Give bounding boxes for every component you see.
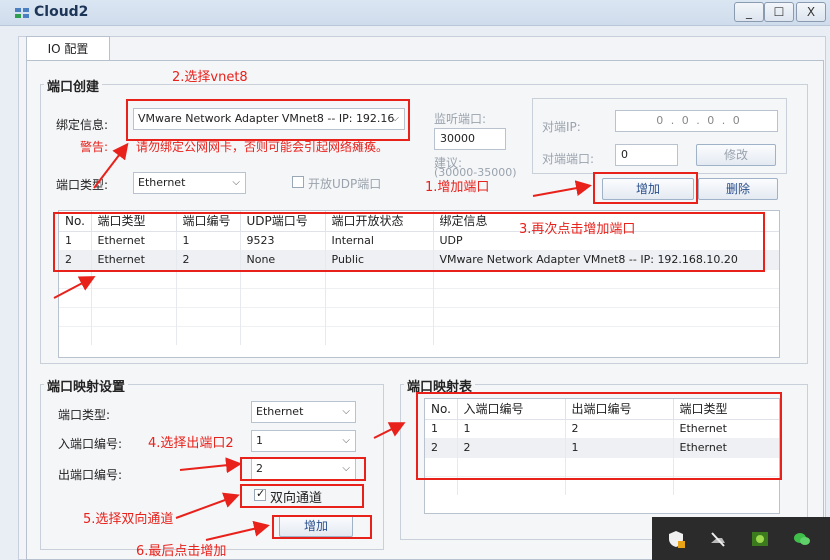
out-port-label: 出端口编号:	[58, 468, 123, 482]
chevron-down-icon: ⌵	[342, 406, 350, 417]
tab-io-config[interactable]: IO 配置	[26, 36, 110, 61]
port-type-select[interactable]: Ethernet ⌵	[133, 172, 246, 194]
peer-port-input[interactable]: 0	[615, 144, 678, 166]
wechat-icon[interactable]	[792, 529, 812, 549]
highlight-add-button	[593, 172, 698, 204]
port-type-label: 端口类型:	[56, 178, 109, 192]
peer-ip-label: 对端IP:	[542, 120, 581, 134]
chevron-down-icon: ⌵	[342, 435, 350, 446]
nvidia-icon[interactable]	[750, 529, 770, 549]
system-tray	[652, 517, 830, 560]
port-create-title: 端口创建	[44, 76, 103, 95]
annotation-step4: 4.选择出端口2	[148, 436, 234, 451]
highlight-mapping-table	[416, 392, 782, 480]
annotation-step2: 2.选择vnet8	[172, 70, 248, 85]
listen-port-input[interactable]: 30000	[434, 128, 506, 150]
in-port-select[interactable]: 1 ⌵	[251, 430, 356, 452]
map-type-label: 端口类型:	[58, 408, 111, 422]
title-bar: Cloud2 _ ☐ X	[0, 0, 830, 26]
highlight-bidirectional	[240, 484, 364, 508]
peer-port-label: 对端端口:	[542, 152, 595, 166]
network-disconnected-icon[interactable]	[708, 529, 728, 549]
modify-button[interactable]: 修改	[696, 144, 776, 166]
chevron-down-icon: ⌵	[232, 177, 240, 188]
highlight-add-mapping	[272, 515, 372, 539]
shield-icon[interactable]	[666, 529, 686, 549]
annotation-step5: 5.选择双向通道	[83, 512, 174, 527]
udp-open-label: 开放UDP端口	[308, 177, 382, 191]
port-type-value: Ethernet	[138, 176, 186, 189]
cloud-app-icon	[15, 8, 29, 18]
minimize-button[interactable]: _	[734, 2, 764, 22]
in-port-value: 1	[256, 434, 263, 447]
close-button[interactable]: X	[796, 2, 826, 22]
map-type-select[interactable]: Ethernet ⌵	[251, 401, 356, 423]
annotation-step6: 6.最后点击增加	[136, 544, 227, 559]
udp-open-checkbox[interactable]	[292, 176, 304, 188]
map-type-value: Ethernet	[256, 405, 304, 418]
annotation-step3: 3.再次点击增加端口	[519, 222, 636, 237]
delete-port-button[interactable]: 删除	[698, 178, 778, 200]
peer-ip-input[interactable]: 0 . 0 . 0 . 0	[615, 110, 778, 132]
listen-port-label: 监听端口:	[434, 112, 487, 126]
maximize-button[interactable]: ☐	[764, 2, 794, 22]
port-mapping-title: 端口映射设置	[44, 376, 129, 395]
highlight-table-rows	[53, 212, 765, 272]
window-title: Cloud2	[34, 4, 89, 20]
annotation-step1: 1.增加端口	[425, 180, 490, 195]
highlight-out-port	[240, 457, 366, 481]
in-port-label: 入端口编号:	[58, 437, 123, 451]
highlight-bind-info	[126, 99, 410, 141]
bind-info-label: 绑定信息:	[56, 118, 109, 132]
warning-label: 警告:	[80, 140, 109, 154]
